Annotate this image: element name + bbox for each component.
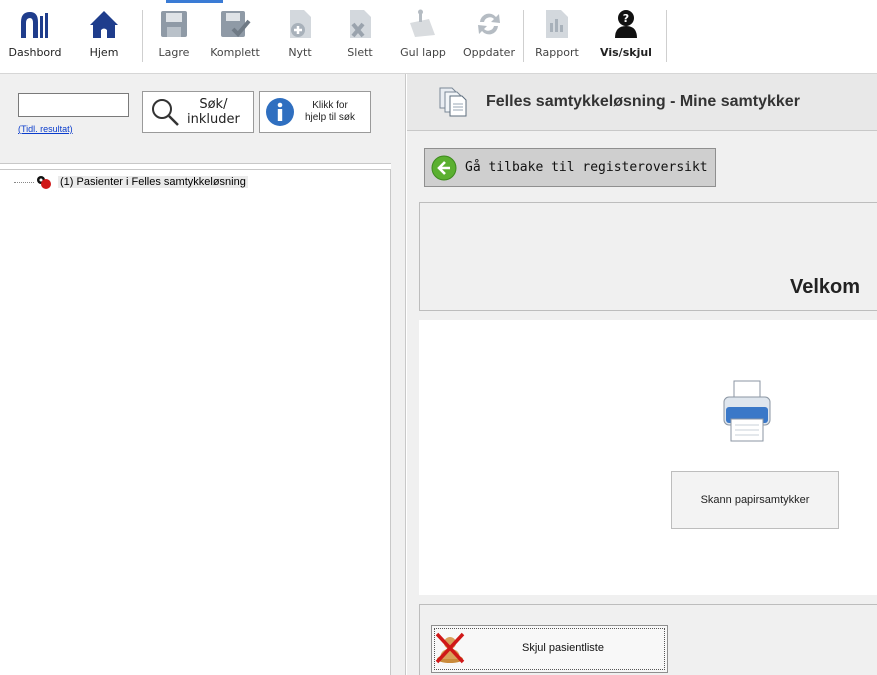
magnifier-icon <box>152 99 179 126</box>
help-label-line1: Klikk for <box>312 100 348 111</box>
new-document-icon <box>283 6 317 42</box>
info-icon <box>266 98 294 126</box>
complete-button[interactable]: Komplett <box>205 6 265 68</box>
report-button[interactable]: Rapport <box>530 6 584 68</box>
main-content: Felles samtykkeløsning - Mine samtykker … <box>407 74 877 675</box>
back-to-registry-button[interactable]: Gå tilbake til registeroversikt <box>424 148 716 187</box>
toolbar-separator <box>666 10 667 62</box>
tree-connector <box>14 181 34 183</box>
search-input[interactable] <box>18 93 129 117</box>
help-label-line2: hjelp til søk <box>305 112 356 123</box>
content-header: Felles samtykkeløsning - Mine samtykker <box>407 74 877 131</box>
sticky-note-label: Gul lapp <box>400 46 446 59</box>
user-silhouette-icon: ? <box>609 6 643 42</box>
welcome-panel: Velkom <box>419 202 877 311</box>
documents-icon <box>439 87 467 117</box>
dashboard-icon <box>18 6 52 42</box>
show-hide-button[interactable]: ? Vis/skjul <box>596 6 656 68</box>
delete-document-icon <box>343 6 377 42</box>
printer-icon <box>723 380 771 442</box>
toolbar: Dashbord Hjem Lagre Komplett Nytt Slett … <box>0 0 877 74</box>
show-hide-label: Vis/skjul <box>600 46 652 59</box>
complete-label: Komplett <box>210 46 260 59</box>
svg-text:?: ? <box>623 12 629 25</box>
back-arrow-icon <box>431 155 457 180</box>
dashboard-button[interactable]: Dashbord <box>8 6 62 68</box>
complete-icon <box>218 6 252 42</box>
search-panel: (Tidl. resultat) Søk/ inkluder Klikk for… <box>0 74 391 164</box>
sticky-note-icon <box>406 6 440 42</box>
new-label: Nytt <box>288 46 312 59</box>
home-button[interactable]: Hjem <box>84 6 124 68</box>
home-label: Hjem <box>89 46 119 59</box>
delete-label: Slett <box>347 46 373 59</box>
report-icon <box>540 6 574 42</box>
tree-item-label: (1) Pasienter i Felles samtykkeløsning <box>58 176 248 188</box>
tree-item-patients[interactable]: (1) Pasienter i Felles samtykkeløsning <box>14 175 248 189</box>
refresh-icon <box>472 6 506 42</box>
welcome-heading: Velkom <box>790 276 861 298</box>
hide-button-label: Skjul pasientliste <box>522 642 604 654</box>
save-icon <box>157 6 191 42</box>
scan-panel: Skann papirsamtykker <box>419 320 877 595</box>
search-include-button[interactable]: Søk/ inkluder <box>142 91 254 133</box>
report-label: Rapport <box>535 46 579 59</box>
save-label: Lagre <box>158 46 190 59</box>
sticky-note-button[interactable]: Gul lapp <box>395 6 451 68</box>
hide-patient-list-button[interactable]: Skjul pasientliste <box>431 625 668 673</box>
app-window: Dashbord Hjem Lagre Komplett Nytt Slett … <box>0 0 877 675</box>
refresh-label: Oppdater <box>463 46 515 59</box>
search-include-label: Søk/ inkluder <box>187 97 240 127</box>
hide-list-icon <box>435 632 465 664</box>
delete-button[interactable]: Slett <box>340 6 380 68</box>
new-button[interactable]: Nytt <box>280 6 320 68</box>
home-icon <box>87 6 121 42</box>
toolbar-accent <box>166 0 223 3</box>
search-label-line1: Søk/ <box>199 97 228 112</box>
search-help-button[interactable]: Klikk for hjelp til søk <box>259 91 371 133</box>
page-title: Felles samtykkeløsning - Mine samtykker <box>486 93 800 110</box>
toolbar-separator <box>142 10 143 62</box>
search-help-label: Klikk for hjelp til søk <box>305 100 355 124</box>
patient-tree: (1) Pasienter i Felles samtykkeløsning <box>0 169 391 675</box>
dashboard-label: Dashbord <box>8 46 62 59</box>
back-button-label: Gå tilbake til registeroversikt <box>465 160 708 175</box>
refresh-button[interactable]: Oppdater <box>458 6 520 68</box>
save-button[interactable]: Lagre <box>152 6 196 68</box>
bottom-panel: Skjul pasientliste <box>419 604 877 675</box>
scan-paper-consents-button[interactable]: Skann papirsamtykker <box>671 471 839 529</box>
previous-results-link[interactable]: (Tidl. resultat) <box>18 124 73 134</box>
search-label-line2: inkluder <box>187 112 240 127</box>
panel-splitter[interactable] <box>391 74 406 675</box>
patients-icon <box>37 176 51 189</box>
scan-button-label: Skann papirsamtykker <box>700 494 810 506</box>
toolbar-separator <box>523 10 524 62</box>
